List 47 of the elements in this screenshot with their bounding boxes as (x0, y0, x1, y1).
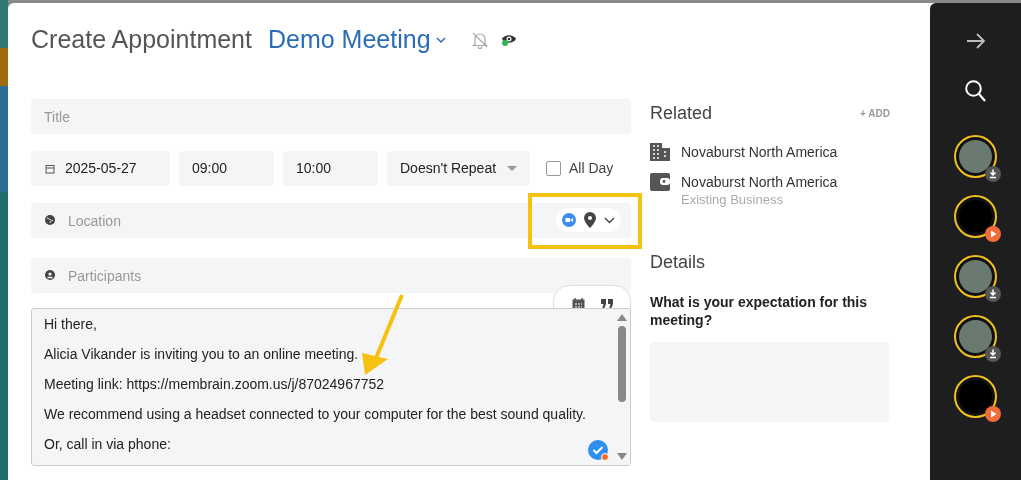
download-badge-icon (985, 346, 1001, 362)
record-subtitle: Existing Business (681, 191, 784, 209)
appointment-type-dropdown[interactable]: Demo Meeting (268, 21, 447, 59)
message-line: Meeting link: https://membrain.zoom.us/j/87024967752 (44, 375, 385, 393)
repeat-dropdown[interactable]: Doesn't Repeat (387, 151, 530, 186)
participants-field[interactable]: Participants (31, 258, 631, 293)
details-heading: Details (650, 251, 707, 274)
wallet-icon (650, 173, 670, 191)
question-label: What is your expectation for this meeting? (650, 293, 869, 329)
eye-check-icon[interactable] (500, 33, 517, 47)
end-time-field[interactable]: 10:00 (283, 151, 378, 186)
related-record-link[interactable]: Novaburst North America (681, 143, 838, 161)
person-icon (45, 270, 55, 280)
message-line: Alicia Vikander is inviting you to an online meeting. (44, 345, 359, 363)
dropdown-arrow-icon (507, 166, 517, 171)
location-field[interactable]: Location (31, 203, 631, 238)
search-icon[interactable] (965, 80, 986, 103)
all-day-label: All Day (569, 159, 614, 178)
video-icon[interactable] (562, 213, 576, 227)
start-time-field[interactable]: 09:00 (179, 151, 274, 186)
related-heading: Related (650, 102, 713, 125)
location-options[interactable] (556, 208, 621, 232)
date-field[interactable]: 2025-05-27 (31, 151, 170, 186)
message-line: Hi there, (44, 315, 97, 333)
play-badge-icon (985, 406, 1001, 422)
spellcheck-icon[interactable] (588, 440, 609, 461)
download-badge-icon (985, 166, 1001, 182)
arrow-right-icon[interactable] (965, 33, 986, 49)
map-pin-icon[interactable] (584, 212, 596, 228)
message-editor[interactable] (31, 308, 631, 466)
chevron-down-icon (434, 36, 447, 44)
quote-icon[interactable] (600, 299, 613, 309)
chevron-down-icon[interactable] (604, 216, 615, 224)
related-record-link[interactable]: Novaburst North America (681, 173, 838, 191)
globe-icon (45, 215, 55, 225)
scrollbar-thumb[interactable] (618, 326, 626, 402)
play-badge-icon (985, 226, 1001, 242)
scroll-down-icon[interactable] (617, 453, 627, 460)
message-line: We recommend using a headset connected to your computer for the best sound quality. (44, 405, 586, 423)
title-field[interactable]: Title (31, 99, 631, 134)
window-title: Create Appointment (31, 24, 252, 56)
calendar-icon (45, 163, 55, 174)
download-badge-icon (985, 286, 1001, 302)
all-day-checkbox[interactable] (546, 161, 561, 176)
message-line: Or, call in via phone: (44, 435, 171, 453)
scroll-up-icon[interactable] (617, 314, 627, 321)
building-icon (650, 143, 670, 161)
